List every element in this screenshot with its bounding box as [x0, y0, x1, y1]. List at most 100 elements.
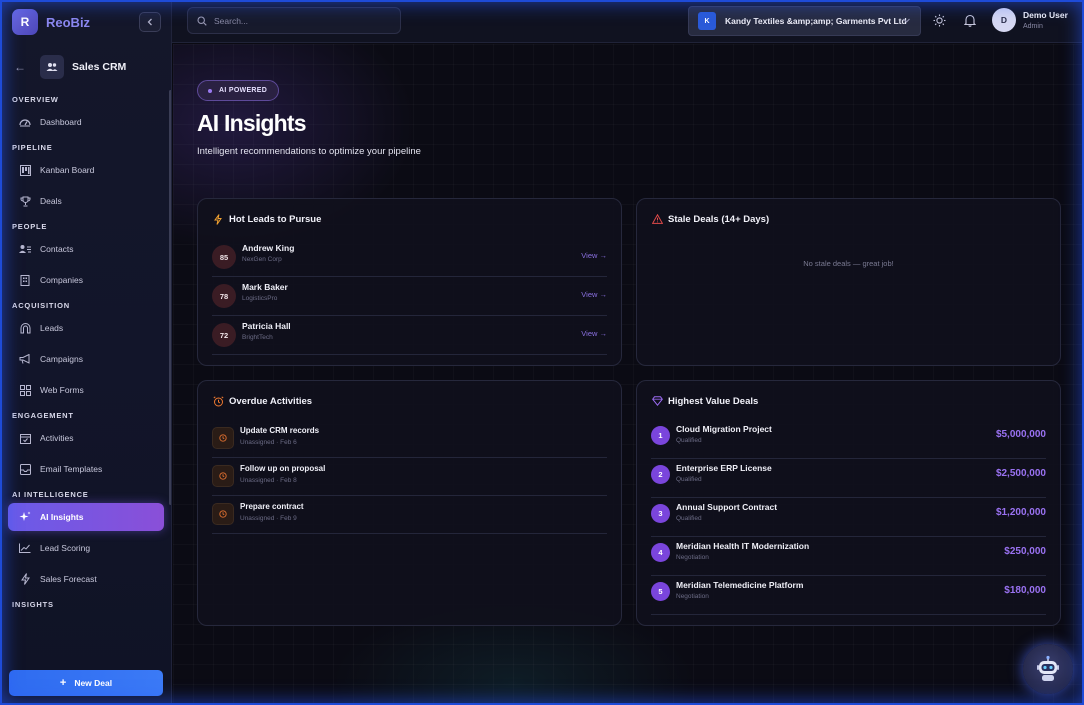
view-lead-link[interactable]: View → [581, 251, 607, 260]
deal-row[interactable]: 4 Meridian Health IT Modernization Negot… [651, 537, 1046, 576]
search-box[interactable] [187, 7, 401, 34]
lead-row[interactable]: 78 Mark Baker LogisticsPro View → [212, 277, 607, 316]
notifications-button[interactable] [962, 12, 978, 28]
card-title: Highest Value Deals [651, 395, 758, 407]
new-deal-button[interactable]: + New Deal [9, 670, 163, 696]
sidebar-item-ai-insights[interactable]: AI Insights [8, 503, 164, 531]
brand-name: ReoBiz [46, 14, 91, 30]
chevron-left-icon [147, 18, 152, 26]
sidebar-item-activities[interactable]: Activities [8, 424, 164, 452]
nav-section-acquisition: ACQUISITION [12, 301, 70, 310]
building-icon [18, 273, 32, 287]
activity-meta: Unassigned · Feb 9 [240, 515, 297, 522]
plus-icon: + [59, 677, 67, 689]
deal-rank: 1 [651, 426, 670, 445]
lead-name: Patricia Hall [242, 321, 291, 331]
lead-company: BrightTech [242, 334, 273, 341]
nav-section-pipeline: PIPELINE [12, 143, 53, 152]
sidebar-item-label: Email Templates [40, 464, 103, 474]
collapse-sidebar-button[interactable] [139, 12, 161, 32]
avatar[interactable]: D [992, 8, 1016, 32]
sidebar-item-companies[interactable]: Companies [8, 266, 164, 294]
sidebar-item-contacts[interactable]: Contacts [8, 235, 164, 263]
sidebar-item-kanban-board[interactable]: Kanban Board [8, 156, 164, 184]
sidebar-item-label: AI Insights [40, 512, 84, 522]
lead-score: 85 [212, 245, 236, 269]
deal-value: $180,000 [1004, 585, 1046, 596]
deal-rank: 2 [651, 465, 670, 484]
deal-name: Enterprise ERP License [676, 463, 772, 473]
sidebar-item-lead-scoring[interactable]: Lead Scoring [8, 534, 164, 562]
sidebar-item-dashboard[interactable]: Dashboard [8, 108, 164, 136]
activity-meta: Unassigned · Feb 8 [240, 477, 297, 484]
sidebar: R ReoBiz ← Sales CRM OVERVIEW Dashboard … [0, 0, 172, 705]
sidebar-item-sales-forecast[interactable]: Sales Forecast [8, 565, 164, 593]
hot-leads-card: Hot Leads to Pursue 85 Andrew King NexGe… [197, 198, 622, 366]
page-title: AI Insights [197, 110, 307, 136]
activity-name: Prepare contract [240, 502, 304, 511]
trend-icon [18, 541, 32, 555]
bell-icon [964, 14, 976, 27]
theme-toggle-button[interactable] [931, 12, 947, 28]
deal-rank: 3 [651, 504, 670, 523]
sidebar-item-label: Sales Forecast [40, 574, 97, 584]
sidebar-item-label: Kanban Board [40, 165, 95, 175]
sun-icon [933, 14, 945, 26]
lead-company: LogisticsPro [242, 295, 278, 302]
nav-section-insights: INSIGHTS [12, 600, 54, 609]
search-input[interactable] [214, 15, 394, 26]
deal-row[interactable]: 3 Annual Support Contract Qualified $1,2… [651, 498, 1046, 537]
lead-score: 78 [212, 284, 236, 308]
deal-name: Meridian Health IT Modernization [676, 541, 810, 551]
company-logo: K [698, 12, 716, 30]
card-title-text: Overdue Activities [229, 395, 313, 407]
contacts-icon [18, 242, 32, 256]
search-icon [197, 15, 207, 26]
activity-row[interactable]: Prepare contract Unassigned · Feb 9 [212, 496, 607, 534]
overdue-activities-card: Overdue Activities Update CRM records Un… [197, 380, 622, 626]
deal-value: $5,000,000 [995, 429, 1046, 440]
deal-row[interactable]: 5 Meridian Telemedicine Platform Negotia… [651, 576, 1046, 615]
bolt-icon [212, 213, 224, 225]
lead-row[interactable]: 85 Andrew King NexGen Corp View → [212, 238, 607, 277]
back-arrow-icon[interactable]: ← [14, 60, 32, 74]
ai-assistant-button[interactable] [1023, 644, 1073, 694]
topbar: K Kandy Textiles &amp;amp; Garments Pvt … [172, 0, 1084, 43]
module-name: Sales CRM [72, 61, 127, 73]
sidebar-item-label: Leads [40, 323, 64, 333]
view-lead-link[interactable]: View → [581, 290, 607, 299]
card-title: Overdue Activities [212, 395, 312, 407]
sidebar-item-web-forms[interactable]: Web Forms [8, 376, 164, 404]
main-content: AI POWERED AI Insights Intelligent recom… [173, 44, 1084, 705]
deal-row[interactable]: 2 Enterprise ERP License Qualified $2,50… [651, 459, 1046, 498]
sidebar-item-email-templates[interactable]: Email Templates [8, 455, 164, 483]
diamond-icon [651, 395, 663, 407]
badge-dot [208, 88, 212, 93]
sidebar-scrollbar[interactable] [169, 90, 171, 505]
sidebar-item-campaigns[interactable]: Campaigns [8, 345, 164, 373]
deal-value: $2,500,000 [995, 468, 1046, 479]
megaphone-icon [18, 352, 32, 366]
lead-row[interactable]: 72 Patricia Hall BrightTech View → [212, 316, 607, 355]
magnet-icon [18, 321, 32, 335]
sidebar-item-label: Companies [40, 275, 83, 285]
view-lead-link[interactable]: View → [581, 329, 607, 338]
robot-icon [1037, 655, 1059, 681]
activity-row[interactable]: Update CRM records Unassigned · Feb 6 [212, 420, 607, 458]
card-title: Hot Leads to Pursue [212, 213, 321, 225]
card-title-text: Hot Leads to Pursue [229, 213, 322, 225]
sidebar-item-leads[interactable]: Leads [8, 314, 164, 342]
brand[interactable]: R ReoBiz [12, 9, 90, 35]
calendar-check-icon [18, 431, 32, 445]
highest-value-deals-card: Highest Value Deals 1 Cloud Migration Pr… [636, 380, 1061, 626]
kanban-icon [18, 163, 32, 177]
deal-row[interactable]: 1 Cloud Migration Project Qualified $5,0… [651, 420, 1046, 459]
badge-label: AI POWERED [219, 87, 268, 94]
deal-rank: 4 [651, 543, 670, 562]
lead-score: 72 [212, 323, 236, 347]
sidebar-item-deals[interactable]: Deals [8, 187, 164, 215]
company-selector[interactable]: K Kandy Textiles &amp;amp; Garments Pvt … [688, 6, 921, 36]
trophy-icon [18, 194, 32, 208]
activity-row[interactable]: Follow up on proposal Unassigned · Feb 8 [212, 458, 607, 496]
user-name[interactable]: Demo User [1023, 10, 1068, 20]
